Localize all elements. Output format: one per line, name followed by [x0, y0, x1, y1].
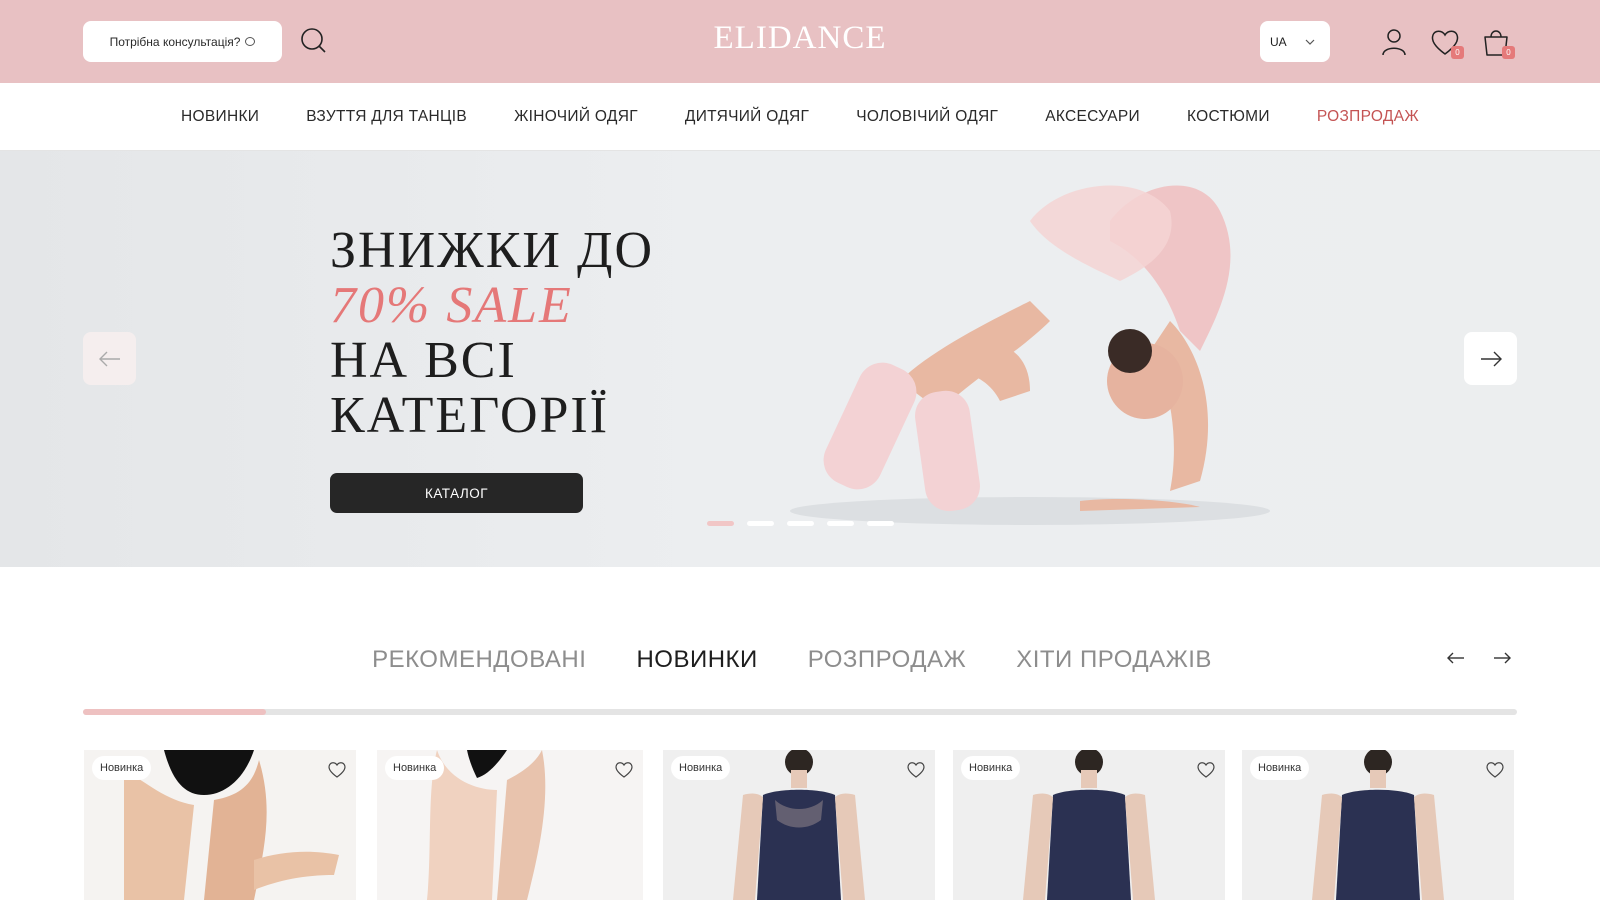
arrow-right-icon — [1480, 351, 1502, 366]
carousel-progress[interactable] — [83, 709, 1517, 715]
hero-dancer-image — [790, 185, 1270, 525]
product-card[interactable]: Новинка — [377, 750, 643, 900]
user-icon[interactable] — [1377, 25, 1411, 59]
new-badge: Новинка — [1250, 756, 1310, 780]
nav-item-sale[interactable]: РОЗПРОДАЖ — [1317, 108, 1419, 126]
new-badge: Новинка — [92, 756, 152, 780]
wishlist-count-badge: 0 — [1451, 46, 1464, 59]
new-badge: Новинка — [671, 756, 731, 780]
arrow-left-icon — [98, 351, 120, 366]
product-card[interactable]: Новинка — [953, 750, 1225, 900]
slider-dot[interactable] — [747, 521, 774, 526]
tab-new[interactable]: НОВИНКИ — [636, 646, 757, 674]
carousel-progress-fill — [83, 709, 266, 715]
arrow-left-icon[interactable] — [1447, 652, 1465, 664]
product-card[interactable]: Новинка — [84, 750, 356, 900]
nav-item-accessories[interactable]: АКСЕСУАРИ — [1045, 108, 1140, 126]
slider-dot[interactable] — [867, 521, 894, 526]
cart-button[interactable]: 0 — [1479, 25, 1515, 59]
hero-banner: ЗНИЖКИ ДО 70% SALE НА ВСІ КАТЕГОРІЇ КАТА… — [0, 151, 1600, 567]
slider-dot[interactable] — [707, 521, 734, 526]
chevron-down-icon — [1305, 39, 1315, 45]
nav-item-men[interactable]: ЧОЛОВІЧИЙ ОДЯГ — [856, 108, 998, 126]
hero-line-3: НА ВСІ — [330, 332, 517, 389]
hero-line-1: ЗНИЖКИ ДО — [330, 222, 655, 279]
language-value: UA — [1270, 34, 1287, 49]
heart-icon[interactable] — [326, 758, 348, 780]
product-card[interactable]: Новинка — [1242, 750, 1514, 900]
tab-bestsellers[interactable]: ХІТИ ПРОДАЖІВ — [1016, 646, 1212, 674]
new-badge: Новинка — [961, 756, 1021, 780]
heart-icon[interactable] — [1484, 758, 1506, 780]
hero-next-button[interactable] — [1464, 332, 1517, 385]
heart-icon[interactable] — [905, 758, 927, 780]
main-nav: НОВИНКИ ВЗУТТЯ ДЛЯ ТАНЦІВ ЖІНОЧИЙ ОДЯГ Д… — [0, 83, 1600, 151]
hero-line-accent: 70% SALE — [330, 277, 573, 334]
nav-item-women[interactable]: ЖІНОЧИЙ ОДЯГ — [514, 108, 638, 126]
heart-icon[interactable] — [1195, 758, 1217, 780]
carousel-arrows — [1447, 652, 1511, 664]
catalog-button[interactable]: КАТАЛОГ — [330, 473, 583, 513]
tab-recommended[interactable]: РЕКОМЕНДОВАНІ — [372, 646, 586, 674]
hero-headline: ЗНИЖКИ ДО 70% SALE НА ВСІ КАТЕГОРІЇ — [330, 223, 654, 443]
cart-count-badge: 0 — [1502, 46, 1515, 59]
slider-dot[interactable] — [787, 521, 814, 526]
heart-icon[interactable] — [613, 758, 635, 780]
slider-dots — [707, 521, 894, 526]
slider-dot[interactable] — [827, 521, 854, 526]
arrow-right-icon[interactable] — [1493, 652, 1511, 664]
nav-item-costumes[interactable]: КОСТЮМИ — [1187, 108, 1270, 126]
header-bar: Потрібна консультація? ELIDANCE UA 0 0 — [0, 0, 1600, 83]
site-logo[interactable]: ELIDANCE — [0, 20, 1600, 57]
nav-item-kids[interactable]: ДИТЯЧИЙ ОДЯГ — [685, 108, 809, 126]
language-select[interactable]: UA — [1260, 21, 1330, 62]
nav-item-new[interactable]: НОВИНКИ — [181, 108, 259, 126]
wishlist-button[interactable]: 0 — [1428, 25, 1464, 59]
product-card[interactable]: Новинка — [663, 750, 935, 900]
hero-line-4: КАТЕГОРІЇ — [330, 387, 610, 444]
hero-prev-button[interactable] — [83, 332, 136, 385]
nav-item-dance-shoes[interactable]: ВЗУТТЯ ДЛЯ ТАНЦІВ — [306, 108, 467, 126]
product-tabs: РЕКОМЕНДОВАНІ НОВИНКИ РОЗПРОДАЖ ХІТИ ПРО… — [0, 646, 1600, 674]
tab-sale[interactable]: РОЗПРОДАЖ — [808, 646, 966, 674]
new-badge: Новинка — [385, 756, 445, 780]
